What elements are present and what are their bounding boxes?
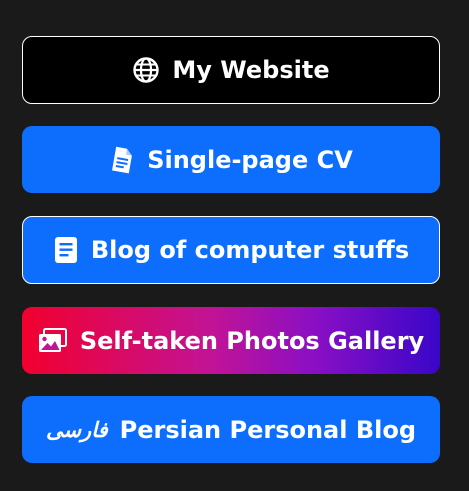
blog-computer-stuffs-label: Blog of computer stuffs <box>90 236 410 264</box>
document-icon <box>109 146 135 174</box>
my-website-button[interactable]: My Website <box>22 36 440 104</box>
link-list: My Website Single-page CV Blog of comput… <box>0 0 469 491</box>
single-page-cv-label: Single-page CV <box>147 145 353 174</box>
persian-script-icon: فارسی <box>45 417 108 442</box>
persian-personal-blog-button[interactable]: فارسی Persian Personal Blog <box>22 396 440 463</box>
photos-gallery-label: Self-taken Photos Gallery <box>79 326 425 355</box>
single-page-cv-button[interactable]: Single-page CV <box>22 126 440 193</box>
images-icon <box>38 327 68 354</box>
globe-icon <box>132 56 160 84</box>
photos-gallery-button[interactable]: Self-taken Photos Gallery <box>22 307 440 374</box>
persian-personal-blog-label: Persian Personal Blog <box>119 415 417 444</box>
blog-computer-stuffs-button[interactable]: Blog of computer stuffs <box>22 216 440 284</box>
file-text-icon <box>53 236 79 264</box>
my-website-label: My Website <box>172 56 330 84</box>
